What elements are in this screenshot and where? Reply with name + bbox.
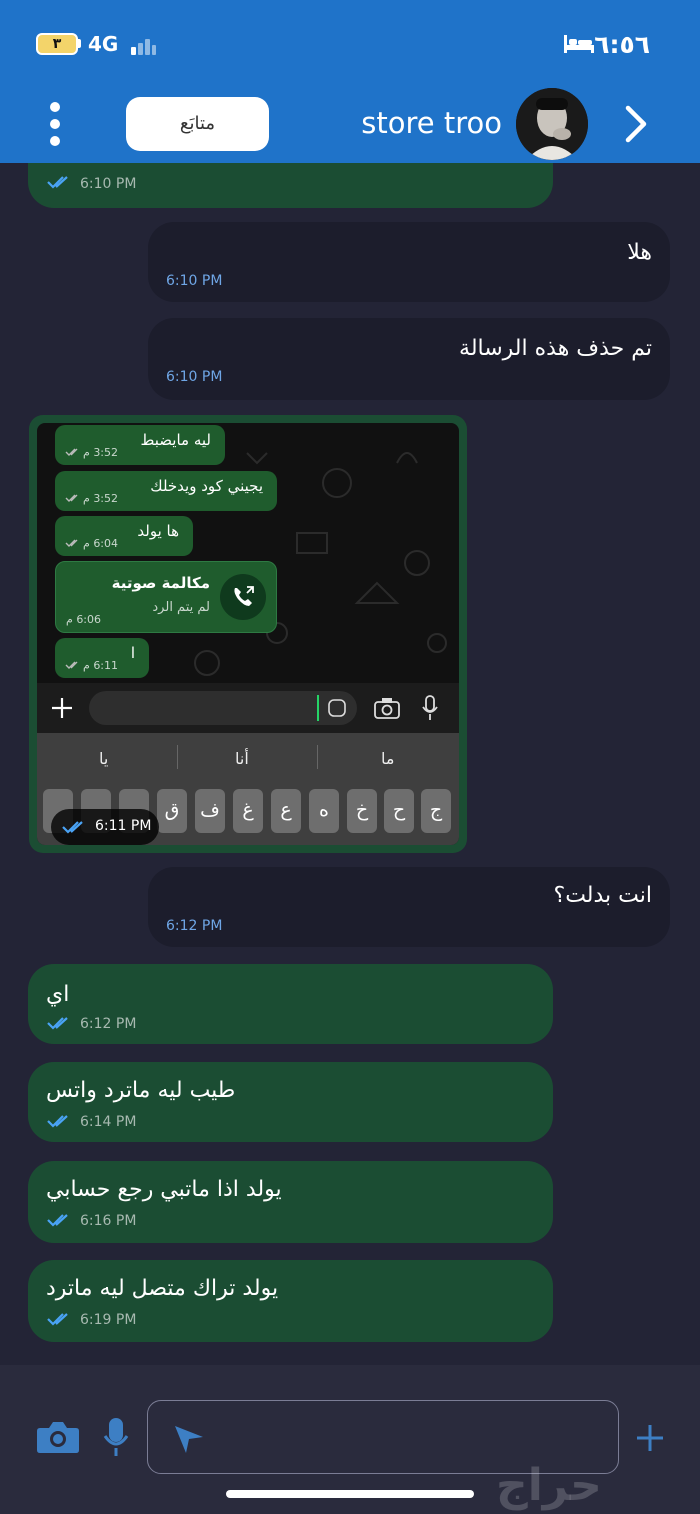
message-text: هلا bbox=[627, 240, 652, 265]
message-bubble-incoming[interactable]: انت بدلت؟ 6:12 PM bbox=[148, 867, 670, 947]
screenshot-message-time: 3:52 م bbox=[83, 492, 119, 505]
message-text: اي bbox=[46, 982, 70, 1007]
call-subtitle: لم يتم الرد bbox=[152, 600, 210, 615]
plus-icon bbox=[52, 698, 72, 718]
keyboard-suggestion: يا bbox=[99, 749, 109, 768]
more-options-icon[interactable] bbox=[44, 100, 66, 148]
read-receipt-icon bbox=[65, 494, 78, 502]
image-time-pill: 6:11 PM bbox=[51, 809, 159, 845]
screenshot-message: ا 6:11 م bbox=[55, 638, 149, 678]
keyboard-key: ع bbox=[271, 789, 301, 833]
message-bubble-incoming[interactable]: هلا 6:10 PM bbox=[148, 222, 670, 302]
screenshot-message-text: ها يولد bbox=[137, 522, 179, 540]
screenshot-message-text: ليه مايضبط bbox=[140, 431, 211, 449]
screenshot-message-time: 6:11 م bbox=[83, 659, 119, 672]
read-receipt-icon bbox=[47, 176, 68, 189]
message-time: 6:10 PM bbox=[80, 176, 137, 192]
keyboard-key: ف bbox=[195, 789, 225, 833]
message-time: 6:10 PM bbox=[166, 369, 223, 385]
whatsapp-screenshot: ليه مايضبط 3:52 م يجيني كود ويدخلك 3:52 … bbox=[37, 423, 459, 845]
phone-call-icon bbox=[220, 574, 266, 620]
microphone-icon[interactable] bbox=[102, 1416, 130, 1458]
message-time: 6:16 PM bbox=[80, 1213, 137, 1229]
keyboard-suggestion: أنا bbox=[235, 749, 249, 768]
battery-indicator: ٣ bbox=[36, 33, 78, 55]
screenshot-message: ليه مايضبط 3:52 م bbox=[55, 425, 225, 465]
screenshot-message-text: ا bbox=[130, 644, 135, 662]
message-time: 6:12 PM bbox=[80, 1016, 137, 1032]
keyboard-key: ه bbox=[309, 789, 339, 833]
screenshot-message-text: يجيني كود ويدخلك bbox=[150, 477, 263, 495]
chat-header: ٣ 4G ٦:٥٦ متابَع store troo bbox=[0, 0, 700, 163]
message-time: 6:14 PM bbox=[80, 1114, 137, 1130]
message-text: تم حذف هذه الرسالة bbox=[459, 336, 652, 361]
message-text: يولد اذا ماتبي رجع حسابي bbox=[46, 1177, 282, 1202]
message-text: طيب ليه ماترد واتس bbox=[46, 1078, 236, 1103]
screenshot-message: يجيني كود ويدخلك 3:52 م bbox=[55, 471, 277, 511]
camera-icon bbox=[374, 698, 400, 719]
microphone-icon bbox=[422, 695, 438, 720]
read-receipt-icon bbox=[47, 1017, 68, 1030]
screenshot-message-time: 6:04 م bbox=[83, 537, 119, 550]
network-type: 4G bbox=[88, 32, 119, 56]
image-message[interactable]: ليه مايضبط 3:52 م يجيني كود ويدخلك 3:52 … bbox=[29, 415, 467, 853]
read-receipt-icon bbox=[47, 1313, 68, 1326]
read-receipt-icon bbox=[62, 821, 83, 834]
send-icon[interactable] bbox=[172, 1423, 206, 1455]
camera-icon[interactable] bbox=[36, 1420, 80, 1454]
read-receipt-icon bbox=[65, 448, 78, 456]
status-time: ٦:٥٦ bbox=[594, 30, 650, 59]
screenshot-call-message: مكالمة صوتية لم يتم الرد 6:06 م bbox=[55, 561, 277, 633]
call-title: مكالمة صوتية bbox=[111, 574, 210, 592]
signal-icon bbox=[131, 37, 159, 55]
keyboard-key: ج bbox=[421, 789, 451, 833]
call-time: 6:06 م bbox=[66, 613, 102, 626]
keyboard-key: غ bbox=[233, 789, 263, 833]
contact-name[interactable]: store troo bbox=[361, 106, 502, 140]
message-bubble-outgoing[interactable]: يولد تراك متصل ليه ماترد 6:19 PM bbox=[28, 1260, 553, 1342]
message-bubble-outgoing[interactable]: طيب ليه ماترد واتس 6:14 PM bbox=[28, 1062, 553, 1142]
screenshot-text-field bbox=[89, 691, 357, 725]
screenshot-input-bar bbox=[37, 683, 459, 733]
haraj-watermark-logo: حراج bbox=[496, 1460, 602, 1511]
keyboard-key: ح bbox=[384, 789, 414, 833]
read-receipt-icon bbox=[65, 539, 78, 547]
contact-avatar[interactable] bbox=[516, 88, 588, 160]
message-text: يولد تراك متصل ليه ماترد bbox=[46, 1276, 279, 1301]
image-time: 6:11 PM bbox=[95, 818, 152, 834]
screenshot-message: ها يولد 6:04 م bbox=[55, 516, 193, 556]
read-receipt-icon bbox=[47, 1115, 68, 1128]
sleep-focus-icon bbox=[564, 35, 594, 53]
add-attachment-icon[interactable] bbox=[634, 1422, 666, 1454]
keyboard-key: ق bbox=[157, 789, 187, 833]
battery-cap bbox=[78, 39, 81, 48]
read-receipt-icon bbox=[47, 1214, 68, 1227]
back-chevron-icon[interactable] bbox=[624, 104, 648, 144]
home-indicator[interactable] bbox=[226, 1490, 474, 1498]
message-time: 6:12 PM bbox=[166, 918, 223, 934]
read-receipt-icon bbox=[65, 661, 78, 669]
keyboard-key: خ bbox=[347, 789, 377, 833]
keyboard-suggestion: ما bbox=[381, 749, 395, 768]
message-time: 6:19 PM bbox=[80, 1312, 137, 1328]
message-bubble-incoming[interactable]: تم حذف هذه الرسالة 6:10 PM bbox=[148, 318, 670, 400]
message-bubble-outgoing[interactable]: اي 6:12 PM bbox=[28, 964, 553, 1044]
screenshot-message-time: 3:52 م bbox=[83, 446, 119, 459]
message-bubble-outgoing[interactable]: يولد اذا ماتبي رجع حسابي 6:16 PM bbox=[28, 1161, 553, 1243]
sticker-icon bbox=[328, 699, 346, 717]
message-text: انت بدلت؟ bbox=[553, 883, 652, 908]
message-time: 6:10 PM bbox=[166, 273, 223, 289]
follow-button[interactable]: متابَع bbox=[126, 97, 269, 151]
